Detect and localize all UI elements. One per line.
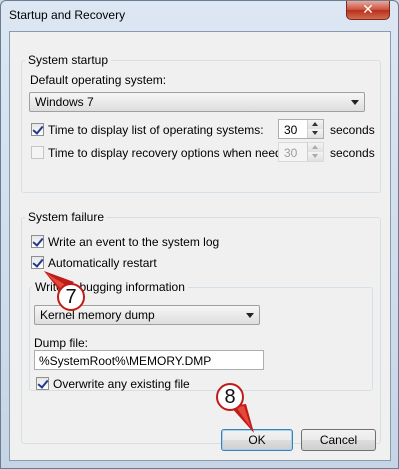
step8-arrow-icon [230, 404, 254, 433]
step8-marker: 8 [216, 383, 244, 411]
